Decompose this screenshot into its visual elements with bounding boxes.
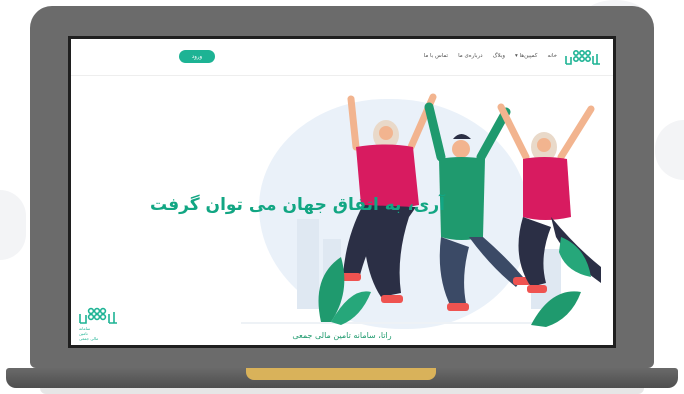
login-button[interactable]: ورود: [179, 50, 215, 63]
nav-item-contact[interactable]: تماس با ما: [424, 53, 448, 59]
rata-logo-icon[interactable]: [563, 47, 603, 67]
background-blob: [0, 190, 26, 260]
nav-item-campaigns-label: کمپین‌ها: [519, 53, 538, 59]
main-nav: خانه ▾ کمپین‌ها وبلاگ درباره‌ی ما تماس ب…: [424, 53, 557, 59]
nav-item-home[interactable]: خانه: [547, 53, 557, 59]
laptop-hinge: [246, 368, 436, 380]
site-header: خانه ▾ کمپین‌ها وبلاگ درباره‌ی ما تماس ب…: [71, 39, 613, 76]
nav-item-campaigns[interactable]: ▾ کمپین‌ها: [515, 53, 537, 59]
laptop-screen: خانه ▾ کمپین‌ها وبلاگ درباره‌ی ما تماس ب…: [68, 36, 616, 348]
laptop-shadow: [40, 388, 644, 394]
hero-title: آری، به اتفاق جهان می توان گرفت: [150, 195, 445, 215]
leaf-icon: [531, 291, 581, 327]
nav-item-blog[interactable]: وبلاگ: [493, 53, 505, 59]
background-blob: [655, 120, 684, 180]
site-tagline: راتا، سامانه تامین مالی جمعی: [292, 331, 392, 340]
nav-item-about[interactable]: درباره‌ی ما: [458, 53, 483, 59]
